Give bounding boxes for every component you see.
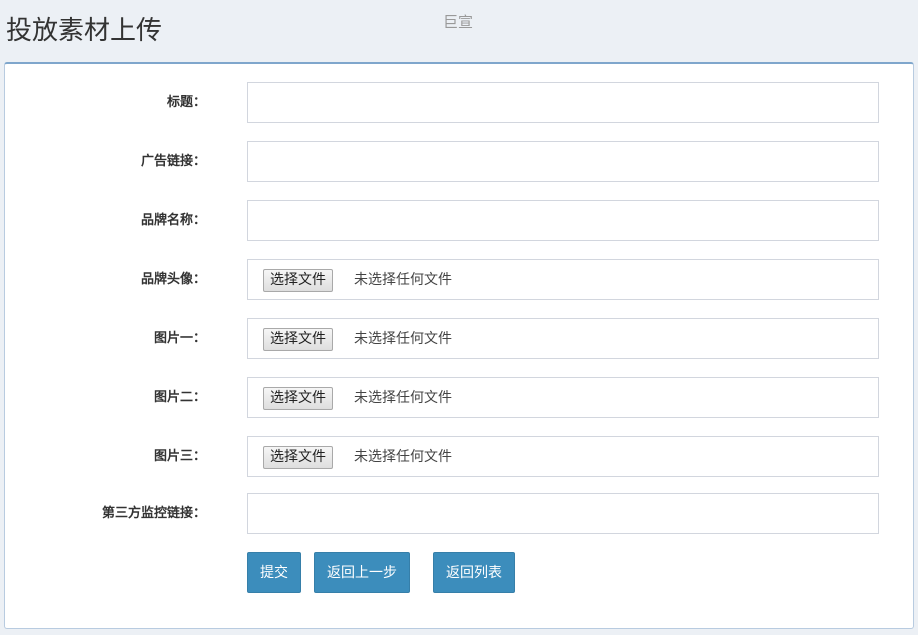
back-to-list-button[interactable]: 返回列表 — [433, 552, 515, 593]
image-2-file-status: 未选择任何文件 — [354, 390, 452, 406]
image-3-label: 图片三： — [153, 449, 206, 464]
form-row-title: 标题： — [5, 82, 913, 123]
brand-avatar-choose-file-button[interactable]: 选择文件 — [263, 269, 333, 292]
upload-form-box: 标题： 广告链接： 品牌名称： 品牌头像： 选择文件 未选择任何文件 图片一： … — [4, 62, 914, 629]
tracking-link-label: 第三方监控链接： — [101, 506, 206, 521]
image-1-file-input: 选择文件 未选择任何文件 — [247, 318, 879, 359]
image-2-choose-file-button[interactable]: 选择文件 — [263, 387, 333, 410]
ad-link-input[interactable] — [247, 141, 879, 182]
image-1-label: 图片一： — [153, 331, 206, 346]
submit-button[interactable]: 提交 — [247, 552, 301, 593]
title-label: 标题： — [166, 95, 206, 110]
form-row-ad-link: 广告链接： — [5, 141, 913, 182]
form-row-image-1: 图片一： 选择文件 未选择任何文件 — [5, 318, 913, 359]
brand-name-label: 品牌名称： — [140, 213, 206, 228]
brand-avatar-file-input: 选择文件 未选择任何文件 — [247, 259, 879, 300]
title-input[interactable] — [247, 82, 879, 123]
form-row-brand-avatar: 品牌头像： 选择文件 未选择任何文件 — [5, 259, 913, 300]
image-1-choose-file-button[interactable]: 选择文件 — [263, 328, 333, 351]
brand-name-input[interactable] — [247, 200, 879, 241]
page-title: 投放素材上传 — [6, 16, 163, 46]
page-header: 投放素材上传 巨宣 — [0, 0, 918, 62]
tracking-link-input[interactable] — [247, 493, 879, 534]
back-button[interactable]: 返回上一步 — [314, 552, 410, 593]
form-row-tracking-link: 第三方监控链接： — [5, 493, 913, 534]
image-2-label: 图片二： — [153, 390, 206, 405]
form-row-image-2: 图片二： 选择文件 未选择任何文件 — [5, 377, 913, 418]
image-2-file-input: 选择文件 未选择任何文件 — [247, 377, 879, 418]
brand-avatar-label: 品牌头像： — [140, 272, 206, 287]
image-3-file-status: 未选择任何文件 — [354, 449, 452, 465]
brand-avatar-file-status: 未选择任何文件 — [354, 272, 452, 288]
image-3-choose-file-button[interactable]: 选择文件 — [263, 446, 333, 469]
image-3-file-input: 选择文件 未选择任何文件 — [247, 436, 879, 477]
ad-link-label: 广告链接： — [140, 154, 206, 169]
page-subtitle: 巨宣 — [443, 13, 474, 31]
form-row-image-3: 图片三： 选择文件 未选择任何文件 — [5, 436, 913, 477]
form-row-brand-name: 品牌名称： — [5, 200, 913, 241]
image-1-file-status: 未选择任何文件 — [354, 331, 452, 347]
